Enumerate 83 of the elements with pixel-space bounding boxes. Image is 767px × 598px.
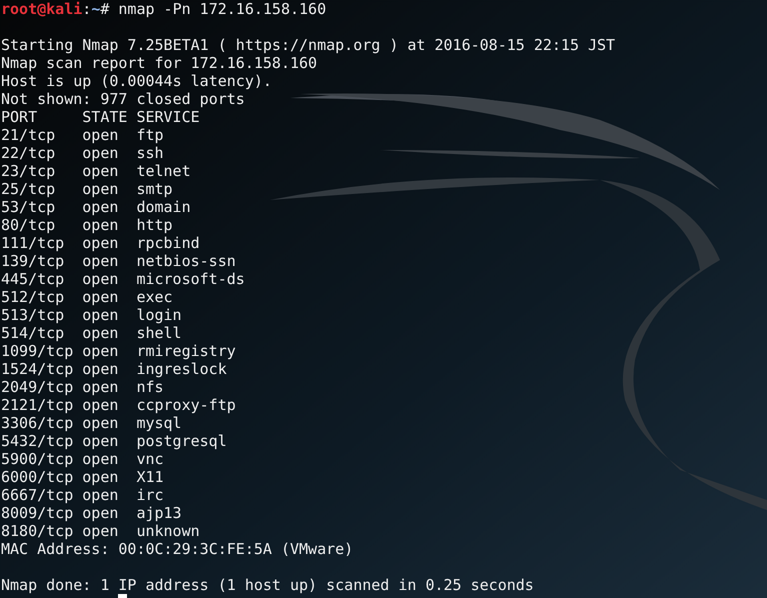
table-cell: ccproxy-ftp [136, 396, 236, 414]
output-line: Not shown: 977 closed ports [1, 90, 245, 108]
table-cell: ssh [136, 144, 164, 162]
output-line: Nmap done: 1 IP address (1 host up) scanned in 0.25 seconds [1, 576, 534, 594]
table-cell: ftp [136, 126, 164, 144]
table-cell-text: open [82, 144, 120, 162]
table-cell: ajp13 [136, 504, 182, 522]
table-cell-text: 512/tcp [1, 288, 66, 306]
table-cell-text: open [82, 288, 120, 306]
table-cell-text: open [82, 522, 120, 540]
table-cell: ingreslock [136, 360, 227, 378]
table-cell-text: open [82, 252, 120, 270]
output-line: Host is up (0.00044s latency). [1, 72, 272, 90]
prompt-user: root@kali [1, 0, 82, 18]
table-cell-text: 2049/tcp [1, 378, 74, 396]
prompt-separator: : [82, 0, 92, 18]
table-cell-text: open [82, 432, 120, 450]
table-cell-text: 80/tcp [1, 216, 56, 234]
table-cell-text: 53/tcp [1, 198, 56, 216]
table-cell-text: 1099/tcp [1, 342, 74, 360]
table-cell-text: 1524/tcp [1, 360, 74, 378]
table-cell-text: 139/tcp [1, 252, 66, 270]
table-cell: login [136, 306, 182, 324]
table-cell: mysql [136, 414, 182, 432]
table-cell: rpcbind [136, 234, 200, 252]
table-cell-text: 513/tcp [1, 306, 66, 324]
table-cell-text: open [82, 486, 120, 504]
table-cell-text: open [82, 378, 120, 396]
table-cell-text: open [82, 234, 120, 252]
table-cell-text: open [82, 396, 120, 414]
table-cell-text: 3306/tcp [1, 414, 74, 432]
table-cell-text: 5432/tcp [1, 432, 74, 450]
table-cell-text: 22/tcp [1, 144, 56, 162]
table-cell-text: open [82, 450, 120, 468]
column-header: PORT [1, 108, 38, 126]
table-cell-text: 111/tcp [1, 234, 66, 252]
prompt-path: ~ [91, 0, 100, 18]
table-cell-text: open [82, 180, 120, 198]
column-header: SERVICE [136, 108, 200, 126]
output-line: Starting Nmap 7.25BETA1 ( https://nmap.org ) at 2016-08-15 22:15 JST [1, 36, 616, 54]
table-cell: telnet [136, 162, 191, 180]
table-cell-text: 445/tcp [1, 270, 66, 288]
table-cell: rmiregistry [136, 342, 236, 360]
table-cell-text: open [82, 126, 120, 144]
table-cell-text: open [82, 360, 120, 378]
table-cell: smtp [136, 180, 173, 198]
table-cell-text: open [82, 270, 120, 288]
table-cell-text: open [82, 324, 120, 342]
table-cell: exec [136, 288, 173, 306]
table-cell-text: open [82, 198, 120, 216]
output-line: MAC Address: 00:0C:29:3C:FE:5A (VMware) [1, 540, 354, 558]
table-cell-text: 8009/tcp [1, 504, 74, 522]
table-cell: shell [136, 324, 182, 342]
table-cell-text: 8180/tcp [1, 522, 74, 540]
table-cell: microsoft-ds [136, 270, 245, 288]
table-cell-text: open [82, 342, 120, 360]
table-cell: nfs [136, 378, 164, 396]
table-cell-text: open [82, 414, 120, 432]
table-cell-text: 21/tcp [1, 126, 56, 144]
table-cell: X11 [136, 468, 164, 486]
table-cell-text: 6667/tcp [1, 486, 74, 504]
table-cell-text: 2121/tcp [1, 396, 74, 414]
table-cell: vnc [136, 450, 164, 468]
prompt-symbol: # [100, 0, 110, 18]
table-cell-text: open [82, 504, 120, 522]
table-cell-text: 514/tcp [1, 324, 66, 342]
table-cell-text: 5900/tcp [1, 450, 74, 468]
table-cell-text: 23/tcp [1, 162, 56, 180]
column-header: STATE [82, 108, 128, 126]
table-cell: netbios-ssn [136, 252, 236, 270]
table-cell-text: open [82, 306, 120, 324]
table-cell-text: open [82, 216, 120, 234]
table-cell: domain [136, 198, 191, 216]
table-cell: unknown [136, 522, 200, 540]
table-cell: http [136, 216, 173, 234]
table-cell-text: 25/tcp [1, 180, 56, 198]
table-cell-text: open [82, 162, 120, 180]
table-cell-text: 6000/tcp [1, 468, 74, 486]
command-text: nmap -Pn 172.16.158.160 [118, 0, 326, 18]
table-cell: postgresql [136, 432, 227, 450]
table-cell-text: open [82, 468, 120, 486]
table-cell: irc [136, 486, 164, 504]
output-line: Nmap scan report for 172.16.158.160 [1, 54, 318, 72]
